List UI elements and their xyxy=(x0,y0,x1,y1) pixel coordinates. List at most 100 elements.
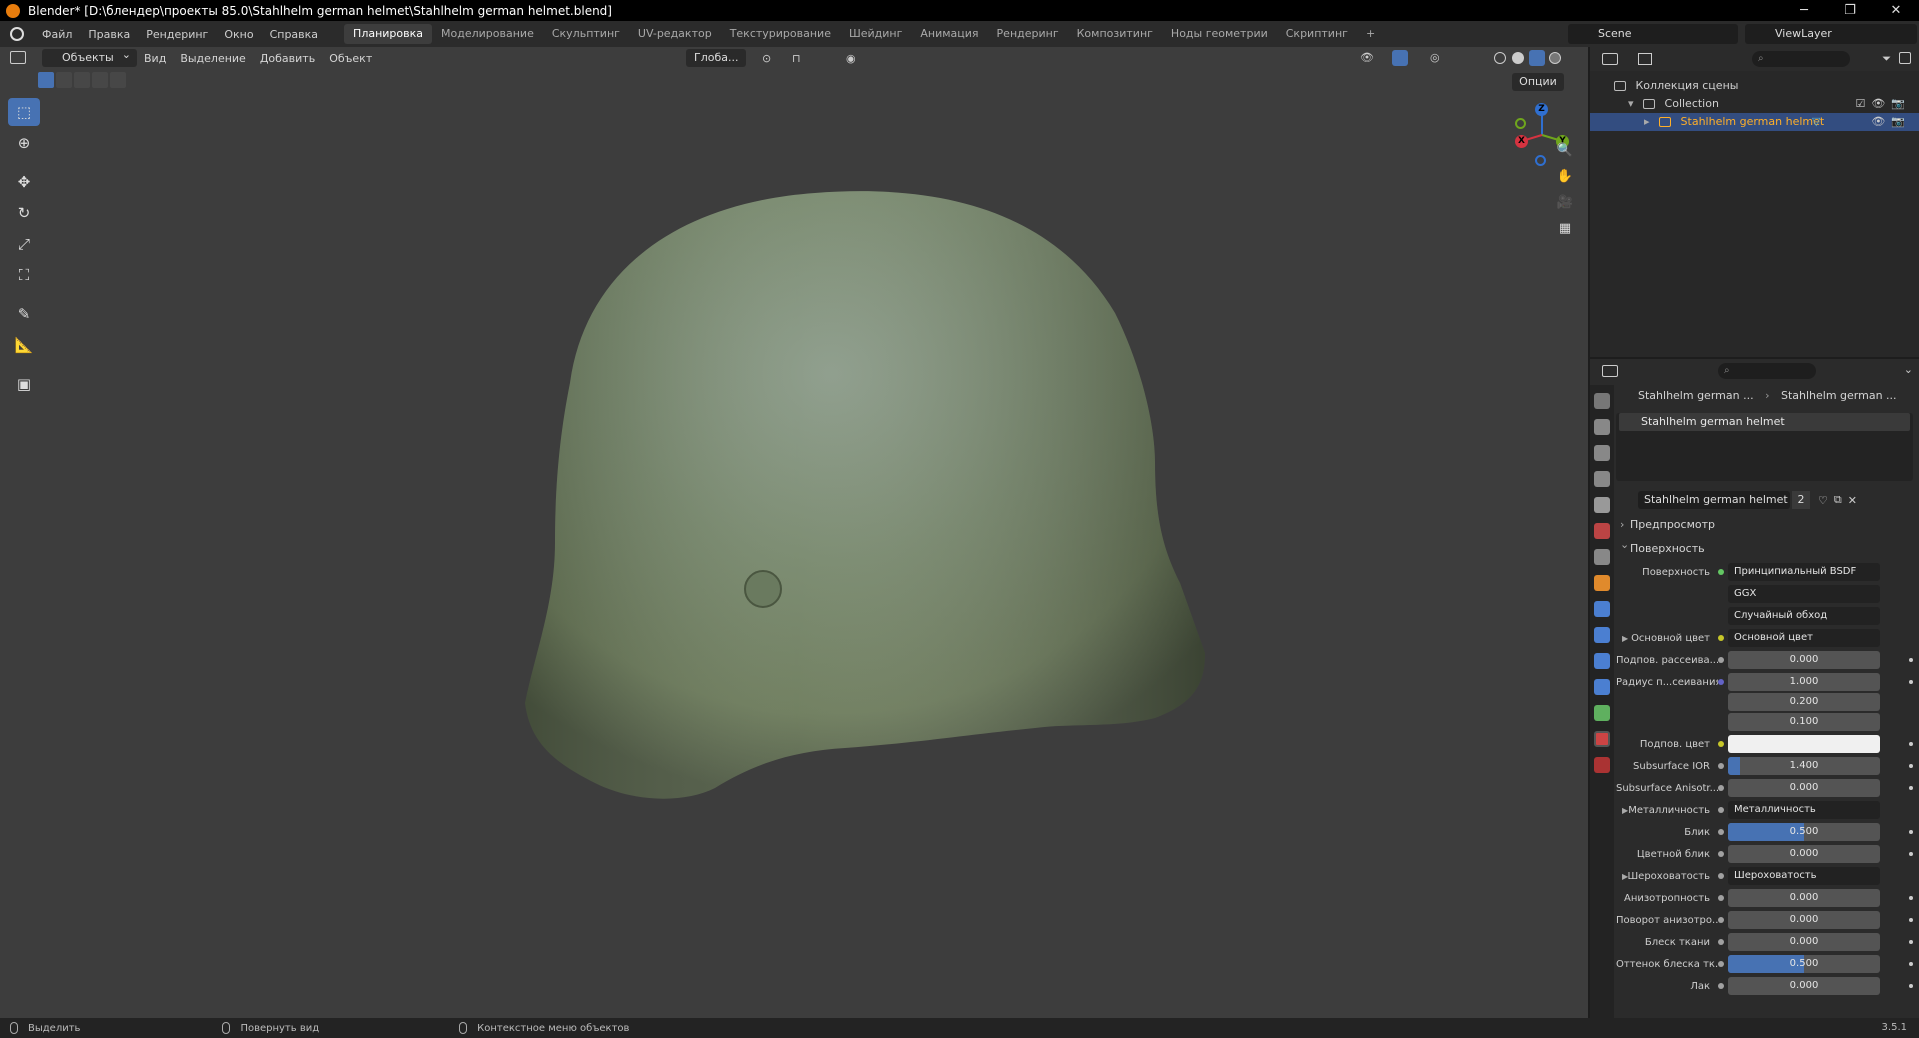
visibility-icon[interactable]: 👁 xyxy=(1360,51,1374,64)
select-new-icon[interactable] xyxy=(38,72,54,88)
surface-shader-field[interactable]: Принципиальный BSDF xyxy=(1728,563,1880,581)
keyframe-dot-icon[interactable] xyxy=(1909,940,1913,944)
tab-uv-editing[interactable]: UV-редактор xyxy=(629,24,721,44)
tab-scripting[interactable]: Скриптинг xyxy=(1277,24,1357,44)
gizmo-x-axis[interactable]: X xyxy=(1515,135,1528,148)
move-tool-icon[interactable]: ✥ xyxy=(8,168,40,196)
scene-selector[interactable]: Scene xyxy=(1568,24,1738,44)
material-user-count[interactable]: 2 xyxy=(1792,491,1810,509)
aniso-rotation-field[interactable]: 0.000 xyxy=(1728,911,1880,929)
pivot-point-icon[interactable]: ⊙ xyxy=(762,52,771,65)
keyframe-dot-icon[interactable] xyxy=(1909,680,1913,684)
tab-layout[interactable]: Планировка xyxy=(344,24,433,44)
collapse-arrow-icon[interactable]: ▾ xyxy=(1628,97,1634,110)
select-subtract-icon[interactable] xyxy=(74,72,90,88)
specular-tint-field[interactable]: 0.000 xyxy=(1728,845,1880,863)
specular-field[interactable]: 0.500 xyxy=(1728,823,1880,841)
pan-hand-icon[interactable]: ✋ xyxy=(1553,165,1577,189)
keyframe-dot-icon[interactable] xyxy=(1909,962,1913,966)
viewport-menu-select[interactable]: Выделение xyxy=(173,52,253,65)
tab-sculpting[interactable]: Скульптинг xyxy=(543,24,629,44)
select-box-tool-icon[interactable]: ⬚ xyxy=(8,98,40,126)
modifiers-tab-icon[interactable] xyxy=(1594,601,1610,617)
rotate-tool-icon[interactable]: ↻ xyxy=(8,199,40,227)
snap-icon[interactable]: ⊓ xyxy=(792,52,801,65)
viewport-menu-object[interactable]: Объект xyxy=(322,52,379,65)
material-tab-icon[interactable] xyxy=(1594,731,1610,747)
proportional-edit-icon[interactable]: ◉ xyxy=(846,52,856,65)
sheen-field[interactable]: 0.000 xyxy=(1728,933,1880,951)
expand-arrow-icon[interactable]: ▸ xyxy=(1644,115,1650,128)
select-intersect-icon[interactable] xyxy=(110,72,126,88)
add-workspace-button[interactable]: + xyxy=(1357,24,1384,44)
keyframe-dot-icon[interactable] xyxy=(1909,742,1913,746)
viewport-menu-add[interactable]: Добавить xyxy=(253,52,322,65)
viewport-menu-view[interactable]: Вид xyxy=(137,52,173,65)
subsurface-radius-x-field[interactable]: 1.000 xyxy=(1728,673,1880,691)
tab-geometry-nodes[interactable]: Ноды геометрии xyxy=(1162,24,1277,44)
solid-shading-icon[interactable] xyxy=(1512,52,1524,64)
data-tab-icon[interactable] xyxy=(1594,705,1610,721)
anisotropic-field[interactable]: 0.000 xyxy=(1728,889,1880,907)
view-layer-selector[interactable]: ViewLayer xyxy=(1745,24,1917,44)
keyframe-dot-icon[interactable] xyxy=(1909,830,1913,834)
3d-viewport[interactable]: Объекты Вид Выделение Добавить Объект Гл… xyxy=(0,46,1588,1018)
new-collection-icon[interactable] xyxy=(1899,52,1911,64)
subsurface-ior-field[interactable]: 1.400 xyxy=(1728,757,1880,775)
subsurface-radius-z-field[interactable]: 0.100 xyxy=(1728,713,1880,731)
breadcrumb-material[interactable]: Stahlhelm german ... xyxy=(1781,389,1897,402)
gizmo-neg-y[interactable] xyxy=(1515,118,1526,129)
render-tab-icon[interactable] xyxy=(1594,419,1610,435)
sheen-tint-field[interactable]: 0.500 xyxy=(1728,955,1880,973)
clearcoat-field[interactable]: 0.000 xyxy=(1728,977,1880,995)
gizmo-neg-z[interactable] xyxy=(1535,155,1546,166)
select-extend-icon[interactable] xyxy=(56,72,72,88)
zoom-icon[interactable]: 🔍 xyxy=(1553,139,1577,163)
outliner-display-mode-icon[interactable] xyxy=(1638,53,1652,65)
world-tab-icon[interactable] xyxy=(1594,523,1610,539)
collection-visibility-icons[interactable]: ☑👁📷 xyxy=(1855,95,1911,113)
rendered-shading-icon[interactable] xyxy=(1549,52,1561,64)
tool-tab-icon[interactable] xyxy=(1594,393,1610,409)
subsurface-method-select[interactable]: Случайный обход xyxy=(1728,607,1880,625)
object-visibility-icons[interactable]: 👁📷 xyxy=(1871,113,1911,131)
keyframe-dot-icon[interactable] xyxy=(1909,786,1913,790)
tab-texture-paint[interactable]: Текстурирование xyxy=(721,24,840,44)
expand-arrow-icon[interactable]: ▶ xyxy=(1622,872,1628,881)
menu-help[interactable]: Справка xyxy=(262,28,326,41)
filter-icon[interactable]: ⏷ xyxy=(1882,52,1891,66)
outliner-object-row[interactable]: ▸ Stahlhelm german helmet ▽ 👁📷 xyxy=(1590,113,1919,131)
options-dropdown[interactable]: Опции xyxy=(1512,73,1564,91)
add-cube-tool-icon[interactable]: ▣ xyxy=(8,370,40,398)
properties-editor-icon[interactable] xyxy=(1602,365,1618,377)
unlink-material-icon[interactable]: ✕ xyxy=(1848,494,1857,507)
transform-tool-icon[interactable]: ⛶ xyxy=(8,261,40,289)
expand-arrow-icon[interactable]: ▶ xyxy=(1622,806,1628,815)
tab-modeling[interactable]: Моделирование xyxy=(432,24,543,44)
mesh-data-icon[interactable]: ▽ xyxy=(1812,113,1820,131)
keyframe-dot-icon[interactable] xyxy=(1909,764,1913,768)
collection-tab-icon[interactable] xyxy=(1594,549,1610,565)
subsurface-radius-y-field[interactable]: 0.200 xyxy=(1728,693,1880,711)
select-difference-icon[interactable] xyxy=(92,72,108,88)
helmet-model[interactable] xyxy=(515,183,1255,803)
subsurface-field[interactable]: 0.000 xyxy=(1728,651,1880,669)
material-slot-list[interactable]: Stahlhelm german helmet xyxy=(1616,413,1913,481)
menu-render[interactable]: Рендеринг xyxy=(138,28,216,41)
subsurface-aniso-field[interactable]: 0.000 xyxy=(1728,779,1880,797)
duplicate-material-icon[interactable]: ⧉ xyxy=(1834,493,1842,507)
surface-panel-header[interactable]: Поверхность xyxy=(1616,535,1919,559)
base-color-link-field[interactable]: Основной цвет xyxy=(1728,629,1880,647)
roughness-link-field[interactable]: Шероховатость xyxy=(1728,867,1880,885)
annotate-tool-icon[interactable]: ✎ xyxy=(8,300,40,328)
material-preview-shading-icon[interactable] xyxy=(1529,50,1545,66)
wireframe-shading-icon[interactable] xyxy=(1494,52,1506,64)
menu-window[interactable]: Окно xyxy=(216,28,261,41)
texture-tab-icon[interactable] xyxy=(1594,757,1610,773)
menu-file[interactable]: Файл xyxy=(34,28,80,41)
minimize-button[interactable]: ─ xyxy=(1781,0,1827,21)
editor-type-icon[interactable] xyxy=(10,51,26,64)
outliner-scene-collection[interactable]: Коллекция сцены xyxy=(1590,77,1919,95)
physics-tab-icon[interactable] xyxy=(1594,653,1610,669)
keyframe-dot-icon[interactable] xyxy=(1909,918,1913,922)
